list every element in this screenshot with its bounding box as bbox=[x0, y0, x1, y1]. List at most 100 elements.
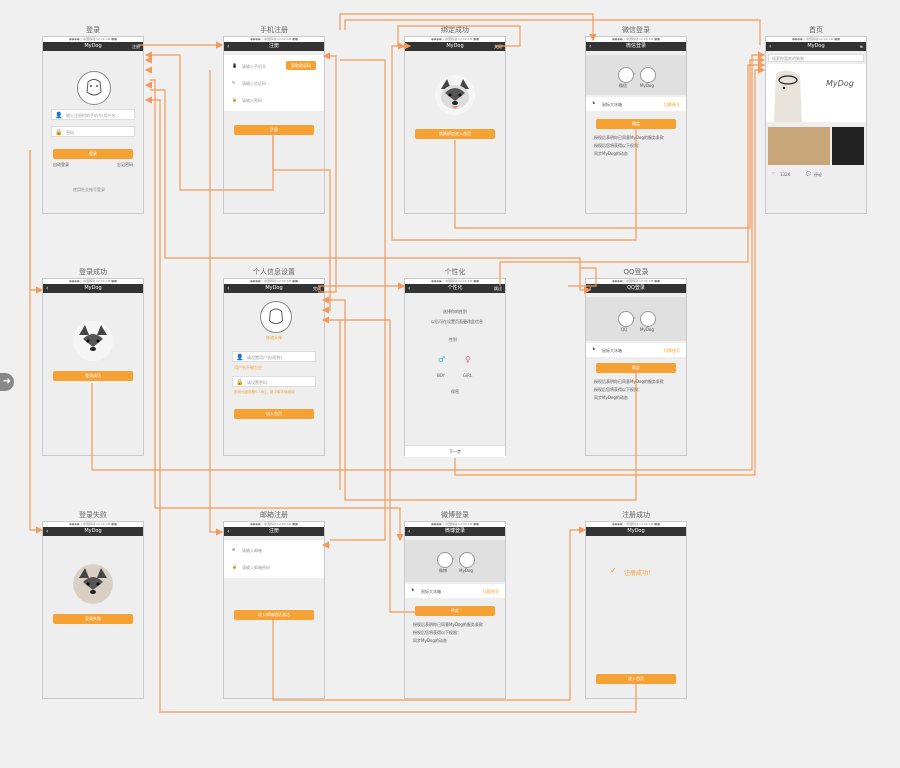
password-input[interactable]: 请输入邮箱密码 bbox=[242, 565, 270, 571]
screen-title: 绑定成功 bbox=[441, 26, 469, 34]
back-icon[interactable]: ‹ bbox=[589, 42, 591, 51]
login-fail-button[interactable]: 登录失败 bbox=[53, 614, 133, 624]
username-placeholder: 输入注册时的手机号/用户名 bbox=[66, 113, 116, 118]
mail-icon: ✉ bbox=[232, 547, 236, 552]
sync-checkbox[interactable]: 同步MyDog的动态 bbox=[413, 638, 447, 644]
navbar: ‹ 个性化 跳过 bbox=[405, 284, 505, 293]
navbar-title: 注册 bbox=[268, 528, 279, 534]
lock-icon: 🔒 bbox=[55, 129, 63, 136]
account-name: 鼠标大冰箱 bbox=[421, 589, 441, 594]
user-icon: 👤 bbox=[236, 354, 244, 361]
get-code-button[interactable]: 获取验证码 bbox=[286, 61, 316, 70]
code-input[interactable]: 请输入验证码 bbox=[242, 81, 266, 87]
like-icon[interactable]: ♡ bbox=[772, 171, 776, 176]
navbar-title: 微博登录 bbox=[444, 528, 465, 534]
nickname-input[interactable]: 👤 请设置用户名(昵称) bbox=[232, 351, 316, 362]
back-icon[interactable]: ‹ bbox=[227, 42, 229, 51]
male-icon[interactable]: ♂ bbox=[438, 355, 445, 364]
screen-phone-register: 手机注册 ●●●●○ 中国移动 12:00 AM ■■ ‹ 注册 📱 请输入手机… bbox=[223, 26, 325, 214]
enter-home-button[interactable]: 进入首页 bbox=[596, 674, 676, 684]
password-input[interactable]: 🔒 密码 bbox=[51, 126, 135, 137]
navbar: ‹ MyDog bbox=[43, 284, 143, 293]
login-success-button[interactable]: 登录成功 bbox=[53, 371, 133, 381]
avatar-note[interactable]: 修改头像 bbox=[266, 335, 282, 341]
next-button[interactable]: 下一步 bbox=[405, 445, 505, 457]
password-input[interactable]: 🔒 请设置密码 bbox=[232, 376, 316, 387]
phone-input[interactable]: 请输入手机号 bbox=[242, 64, 266, 70]
qq-icon bbox=[618, 311, 634, 327]
success-message: 注册成功！ bbox=[624, 570, 655, 577]
comment-icon[interactable]: 💬 bbox=[806, 171, 811, 176]
permission-note: 授权后您将获得以下权限： bbox=[413, 630, 461, 635]
register-link[interactable]: 注册 bbox=[132, 42, 140, 51]
dog-photo-1[interactable] bbox=[768, 127, 830, 165]
enter-home-button[interactable]: 进入首页 bbox=[234, 409, 314, 419]
confirm-button[interactable]: 确定 bbox=[415, 606, 495, 616]
navbar-title: MyDog bbox=[84, 285, 102, 291]
navbar-title: 注册 bbox=[268, 43, 279, 49]
username-input[interactable]: 👤 输入注册时的手机号/用户名 bbox=[51, 109, 135, 120]
screen-personalize: 个性化 ●●●●○ 中国移动 12:00 AM ■■ ‹ 个性化 跳过 选择你的… bbox=[404, 268, 506, 457]
like-count: 1324 bbox=[780, 172, 791, 177]
gender-prompt: 选择你的性别 bbox=[443, 309, 467, 314]
navbar-title: MyDog bbox=[807, 43, 825, 49]
banner[interactable] bbox=[766, 64, 866, 122]
female-icon[interactable]: ♀ bbox=[465, 355, 471, 364]
auto-login-checkbox[interactable]: 自动登录 bbox=[53, 162, 69, 168]
user-icon: 👤 bbox=[55, 112, 63, 119]
navbar: MyDog 注册 bbox=[43, 42, 143, 51]
girl-option[interactable]: GIRL bbox=[463, 373, 472, 378]
avatar-upload-icon[interactable] bbox=[260, 301, 292, 333]
back-icon[interactable]: ‹ bbox=[769, 42, 771, 51]
navbar: ‹ 注册 bbox=[224, 42, 324, 51]
switch-account-link[interactable]: 切换账号 bbox=[664, 348, 680, 354]
password-input[interactable]: 请输入密码 bbox=[242, 98, 262, 104]
back-icon[interactable]: ‹ bbox=[46, 527, 48, 536]
navbar: ‹ 微信登录 bbox=[586, 42, 686, 51]
forgot-password-link[interactable]: 忘记密码 bbox=[117, 162, 133, 168]
back-icon[interactable]: ‹ bbox=[46, 284, 48, 293]
weibo-icon bbox=[437, 552, 453, 568]
search-input[interactable]: 搜索你喜欢的狗狗 bbox=[768, 54, 864, 62]
done-link[interactable]: 完成 bbox=[313, 284, 321, 293]
auth-band bbox=[405, 540, 505, 582]
email-input[interactable]: 请输入邮箱 bbox=[242, 548, 262, 554]
screen-email-register: 邮箱注册 ●●●●○ 中国移动 12:00 AM ■■ ‹ 注册 ✉ 请输入邮箱… bbox=[223, 511, 325, 699]
nickname-hint: 用户名不能为空 bbox=[234, 365, 262, 370]
screen-title: 微博登录 bbox=[441, 511, 469, 519]
back-icon[interactable]: ‹ bbox=[589, 284, 591, 293]
skip-link[interactable]: 跳过 bbox=[494, 284, 502, 293]
screen-wechat-login: 微信登录 ●●●●○ 中国移动 12:00 AM ■■ ‹ 微信登录 › 微信 … bbox=[585, 26, 687, 214]
flow-canvas: 登录 ●●●●○ 中国移动 12:00 AM ■■ MyDog 注册 👤 输入注… bbox=[0, 0, 900, 768]
mydog-icon bbox=[459, 552, 475, 568]
screen-login-fail: 登录失败 ●●●●○ 中国移动 12:00 AM ■■ ‹ MyDog 登录失败 bbox=[42, 511, 144, 699]
sync-checkbox[interactable]: 同步MyDog的动态 bbox=[594, 151, 628, 157]
dog-photo-2[interactable] bbox=[832, 127, 864, 165]
confirm-button[interactable]: 确定 bbox=[596, 119, 676, 129]
enter-home-button[interactable]: 跳跃绑定进入首页 bbox=[415, 129, 495, 139]
screen-weibo-login: 微博登录 ●●●●○ 中国移动 12:00 AM ■■ ‹ 微博登录 › 微博 … bbox=[404, 511, 506, 699]
sync-checkbox[interactable]: 同步MyDog的动态 bbox=[594, 395, 628, 401]
mydog-label: MyDog bbox=[640, 83, 654, 88]
back-icon[interactable]: ‹ bbox=[227, 527, 229, 536]
back-icon[interactable]: ‹ bbox=[227, 284, 229, 293]
switch-account-link[interactable]: 切换账号 bbox=[483, 589, 499, 595]
back-icon[interactable]: ‹ bbox=[408, 527, 410, 536]
close-link[interactable]: 关闭 bbox=[494, 42, 502, 51]
add-icon[interactable]: ⊕ bbox=[860, 42, 863, 51]
password-hint: 密码长度须是6-16位，数字和字母组成 bbox=[234, 390, 295, 394]
arrow-right-icon: › bbox=[634, 315, 636, 320]
switch-account-link[interactable]: 切换账号 bbox=[664, 102, 680, 108]
activate-email-button[interactable]: 进入邮箱验证激活 bbox=[234, 610, 314, 620]
navbar-title: MyDog bbox=[84, 43, 102, 49]
arrow-right-icon: › bbox=[634, 71, 636, 76]
register-button[interactable]: 注册 bbox=[234, 125, 314, 135]
confirm-button[interactable]: 确定 bbox=[596, 363, 676, 373]
screen-title: 登录成功 bbox=[79, 268, 107, 276]
back-icon[interactable]: ‹ bbox=[408, 284, 410, 293]
login-button[interactable]: 登录 bbox=[53, 149, 133, 159]
secret-option[interactable]: 保密 bbox=[451, 389, 459, 395]
boy-option[interactable]: BOY bbox=[437, 373, 445, 378]
edit-icon: ✎ bbox=[232, 80, 236, 85]
account-name: 鼠标大冰箱 bbox=[602, 102, 622, 107]
